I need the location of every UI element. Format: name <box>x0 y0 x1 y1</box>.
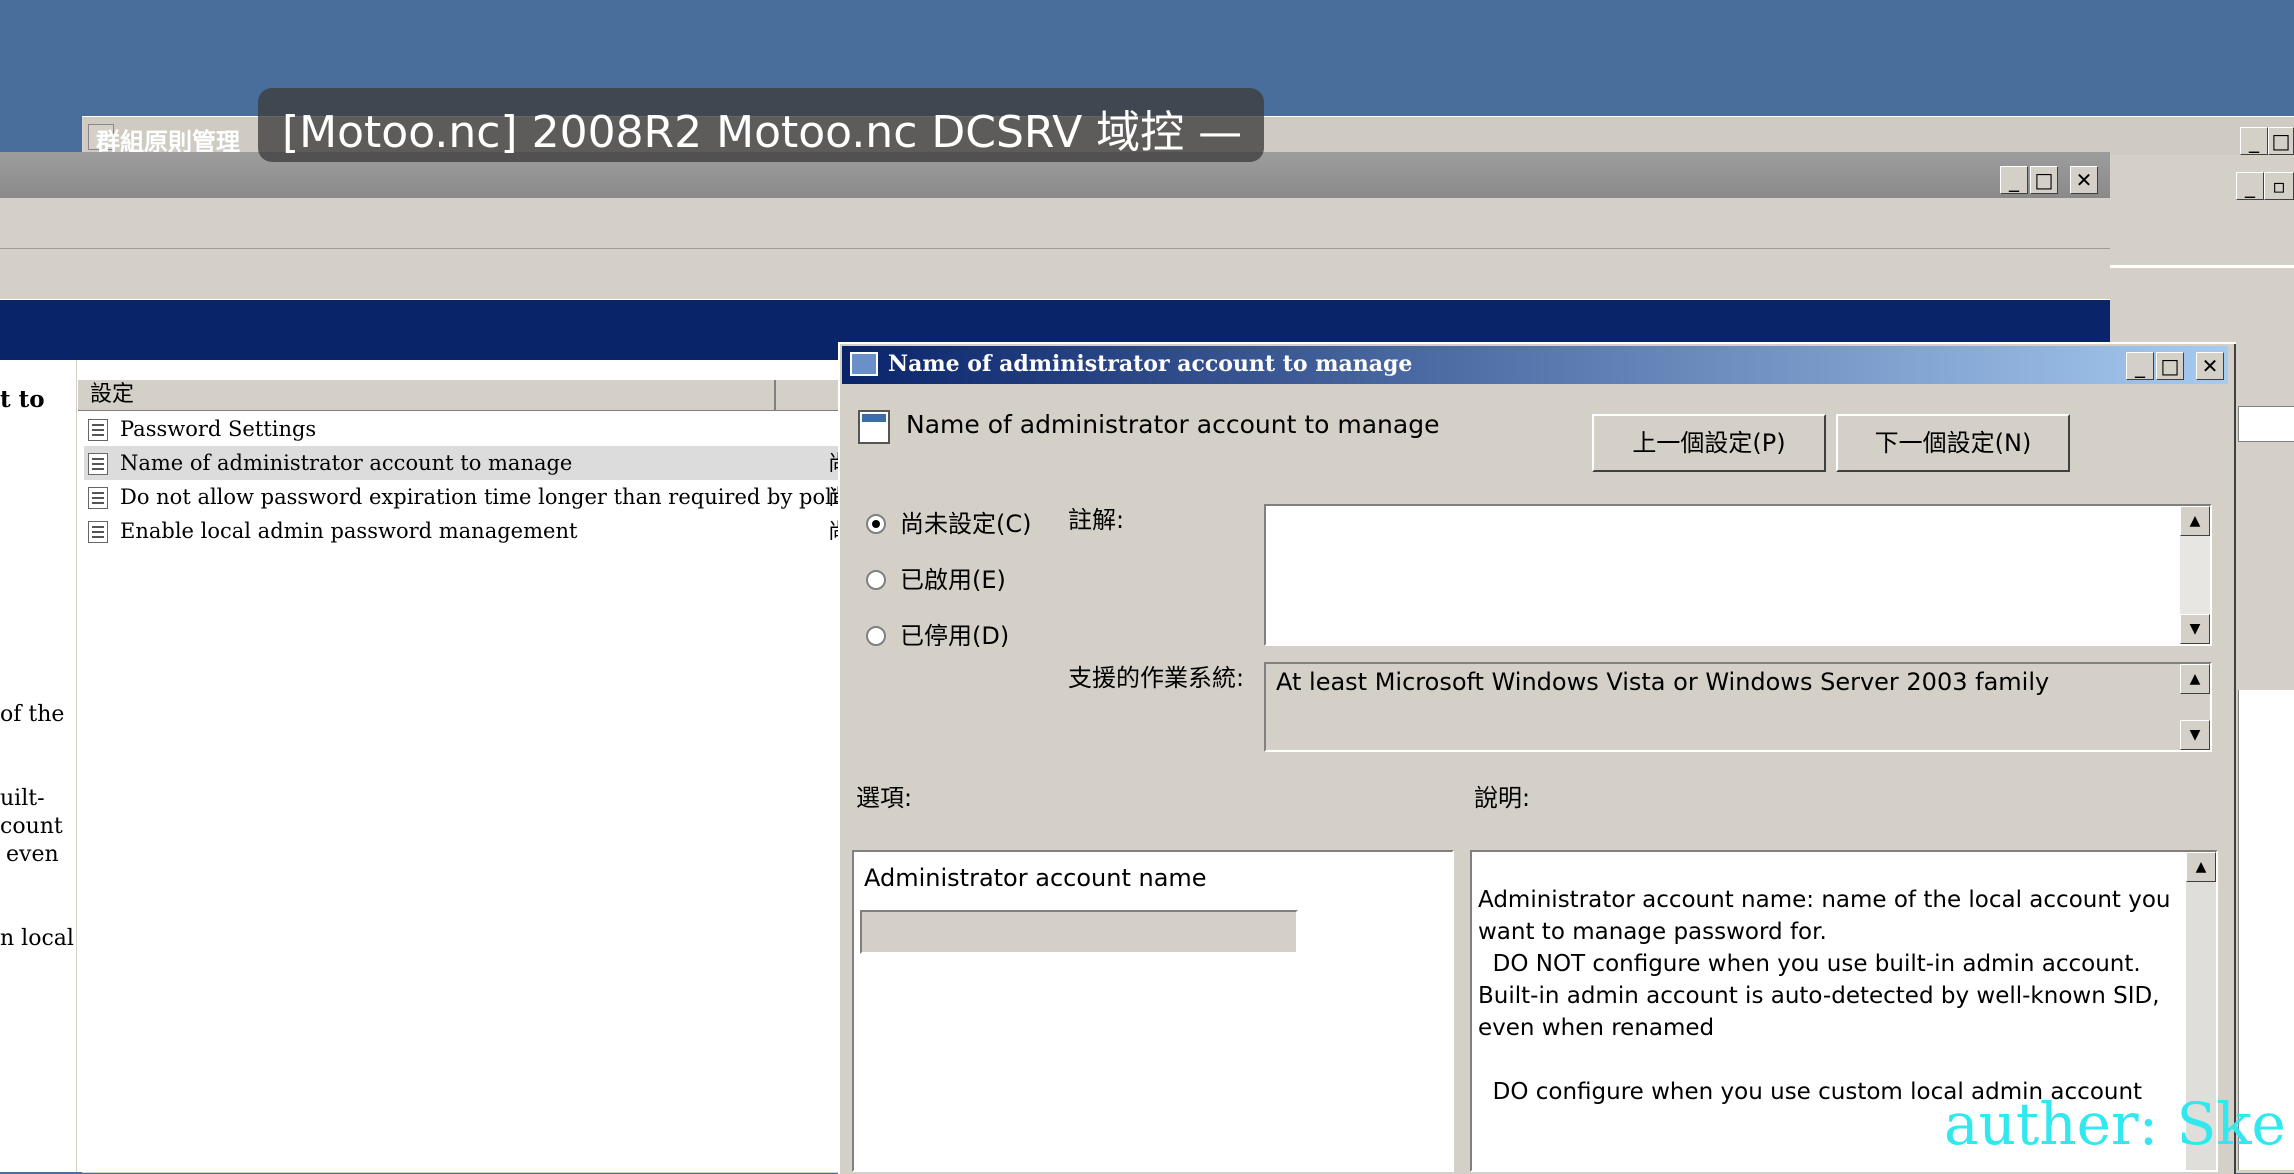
description-fragment: even <box>6 842 59 867</box>
editor-toolbar <box>0 249 2110 300</box>
supported-os-field: At least Microsoft Windows Vista or Wind… <box>1264 662 2212 752</box>
column-header-setting[interactable]: 設定 <box>78 380 776 410</box>
radio-button-checked[interactable] <box>866 514 886 534</box>
editor-minimize-button[interactable]: _ <box>2000 166 2028 194</box>
dialog-close-button[interactable]: ✕ <box>2196 352 2224 380</box>
option-field-label: Administrator account name <box>864 864 1207 892</box>
next-setting-button[interactable]: 下一個設定(N) <box>1836 414 2070 472</box>
dialog-minimize-button[interactable]: _ <box>2126 352 2154 380</box>
help-label: 說明: <box>1474 784 1531 812</box>
video-caption: [Motoo.nc] 2008R2 Motoo.nc DCSRV 域控 — <box>282 107 1243 158</box>
scroll-down-arrow[interactable]: ▼ <box>2180 614 2210 644</box>
scroll-down-arrow[interactable]: ▼ <box>2180 720 2210 750</box>
list-column-header[interactable]: 設定 <box>78 380 838 411</box>
radio-disabled[interactable]: 已停用(D) <box>864 618 1044 654</box>
options-pane <box>852 850 1454 1172</box>
radio-not-configured[interactable]: 尚未設定(C) <box>864 506 1044 542</box>
admin-account-name-input[interactable] <box>860 910 1298 954</box>
radio-enabled[interactable]: 已啟用(E) <box>864 562 1044 598</box>
description-fragment: of the <box>0 702 65 727</box>
scroll-up-arrow[interactable]: ▲ <box>2186 852 2216 882</box>
supported-os-value: At least Microsoft Windows Vista or Wind… <box>1276 668 2050 696</box>
list-item[interactable]: Do not allow password expiration time lo… <box>84 480 862 514</box>
close-icon: ✕ <box>2201 354 2219 378</box>
gpmc-dropdown[interactable] <box>2238 406 2294 442</box>
policy-setting-icon <box>88 453 108 475</box>
gpmc-child-restore-button[interactable]: ▫ <box>2264 172 2294 200</box>
author-watermark: auther: Ske <box>1944 1090 2286 1158</box>
list-item[interactable]: Password Settings <box>84 412 844 446</box>
radio-button[interactable] <box>866 570 886 590</box>
comment-textarea[interactable]: ▲ ▼ <box>1264 504 2212 646</box>
editor-maximize-button[interactable]: □ <box>2030 166 2058 194</box>
description-pane <box>0 360 77 1172</box>
maximize-icon: □ <box>2034 168 2054 192</box>
description-fragment: t to <box>0 386 45 413</box>
gpmc-child-minimize-button[interactable]: _ <box>2236 172 2264 200</box>
comment-label: 註解: <box>1068 506 1125 534</box>
policy-setting-icon <box>88 419 108 441</box>
supported-os-scrollbar[interactable]: ▲ ▼ <box>2180 664 2210 750</box>
description-fragment: uilt- <box>0 786 45 811</box>
maximize-icon: □ <box>2160 354 2180 378</box>
dialog-app-icon <box>850 352 878 376</box>
help-text: Administrator account name: name of the … <box>1478 887 2171 1105</box>
previous-setting-button[interactable]: 上一個設定(P) <box>1592 414 1826 472</box>
gpmc-maximize-button[interactable]: □ <box>2268 127 2294 155</box>
minimize-icon: _ <box>2135 354 2145 378</box>
comment-scrollbar[interactable]: ▲ ▼ <box>2180 506 2210 644</box>
policy-name: Name of administrator account to manage <box>906 410 1440 439</box>
editor-menu-bar <box>0 198 2110 249</box>
policy-setting-icon <box>858 410 890 444</box>
close-icon: ✕ <box>2075 168 2093 192</box>
policy-setting-icon <box>88 521 108 543</box>
dialog-maximize-button[interactable]: □ <box>2156 352 2184 380</box>
description-fragment: n local <box>0 926 74 951</box>
minimize-icon: _ <box>2009 168 2019 192</box>
editor-close-button[interactable]: ✕ <box>2070 166 2098 194</box>
list-item[interactable]: Enable local admin password management 尚 <box>84 514 849 548</box>
gpmc-minimize-button[interactable]: _ <box>2240 127 2268 155</box>
scroll-up-arrow[interactable]: ▲ <box>2180 664 2210 694</box>
scroll-up-arrow[interactable]: ▲ <box>2180 506 2210 536</box>
supported-os-label: 支援的作業系統: <box>1068 664 1245 692</box>
description-fragment: count <box>0 814 63 839</box>
list-item-selected[interactable]: Name of administrator account to manage … <box>84 446 849 480</box>
radio-button[interactable] <box>866 626 886 646</box>
options-label: 選項: <box>856 784 913 812</box>
dialog-title: Name of administrator account to manage <box>888 351 1413 377</box>
policy-setting-icon <box>88 487 108 509</box>
